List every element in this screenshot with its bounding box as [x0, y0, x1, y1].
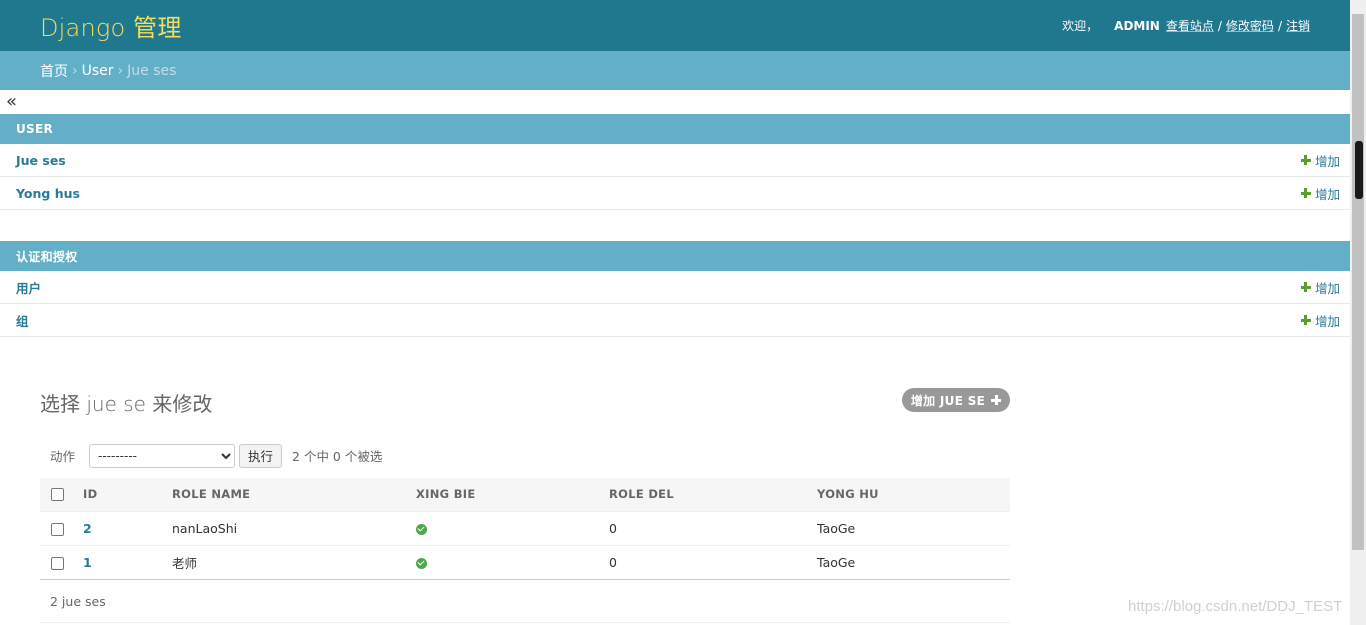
scrollbar-thumb[interactable]	[1352, 14, 1364, 550]
breadcrumb-separator: ›	[117, 62, 124, 79]
add-label: 增加	[1314, 313, 1340, 329]
welcome-text: 欢迎，	[1062, 19, 1099, 33]
plus-icon	[1300, 315, 1311, 325]
model-row: Yong hus 增加	[0, 177, 1350, 210]
select-all-cell	[40, 478, 83, 512]
model-link-jue-ses[interactable]: Jue ses	[16, 153, 66, 168]
breadcrumb-current: Jue ses	[127, 62, 177, 79]
column-header-role-name[interactable]: ROLE NAME	[172, 478, 416, 512]
table-header-row: ID ROLE NAME XING BIE ROLE DEL YONG HU	[40, 478, 1010, 512]
row-select-cell	[40, 511, 83, 546]
select-all-checkbox[interactable]	[51, 488, 64, 502]
row-checkbox[interactable]	[51, 522, 64, 536]
role-name-cell: 老师	[172, 545, 416, 580]
add-link[interactable]: 增加	[1300, 278, 1340, 297]
breadcrumb: 首页 › User › Jue ses	[0, 51, 1350, 90]
column-header-yong-hu[interactable]: YONG HU	[817, 478, 1010, 512]
action-select[interactable]: ---------	[89, 443, 236, 468]
column-header-id[interactable]: ID	[83, 478, 172, 512]
row-id-link[interactable]: 2	[83, 521, 92, 536]
plus-icon	[991, 395, 1002, 405]
selection-count: 2 个中 0 个被选	[292, 449, 383, 464]
plus-icon	[1300, 282, 1311, 292]
breadcrumb-app[interactable]: User	[82, 63, 114, 79]
nav-sidebar-toggle[interactable]: «	[6, 92, 17, 112]
model-link-yong-hus[interactable]: Yong hus	[16, 186, 80, 201]
row-select-cell	[40, 545, 83, 580]
yong-hu-cell: TaoGe	[817, 545, 1010, 580]
role-del-cell: 0	[609, 511, 817, 546]
header: Django 管理 欢迎， ADMIN 查看站点 / 修改密码 / 注销	[0, 0, 1350, 51]
table-row: 1 老师 0 TaoGe	[40, 545, 1010, 580]
username: ADMIN	[1114, 18, 1160, 33]
role-name-cell: nanLaoShi	[172, 511, 416, 546]
row-checkbox[interactable]	[51, 556, 64, 570]
plus-icon	[1300, 155, 1311, 165]
user-tools: 欢迎， ADMIN 查看站点 / 修改密码 / 注销	[1062, 17, 1310, 34]
yong-hu-cell: TaoGe	[817, 511, 1010, 546]
actions-bar: 动作 --------- 执行 2 个中 0 个被选	[40, 443, 382, 468]
id-cell: 1	[83, 545, 172, 580]
scrollbar-marker	[1355, 141, 1363, 199]
column-header-role-del[interactable]: ROLE DEL	[609, 478, 817, 512]
module-caption[interactable]: 认证和授权	[0, 241, 1350, 271]
app-module-auth: 认证和授权 用户 增加 组 增加	[0, 241, 1350, 337]
yes-icon	[416, 557, 427, 569]
page-title: 选择 jue se 来修改	[40, 392, 213, 416]
model-row: 用户 增加	[0, 271, 1350, 304]
add-jue-se-button[interactable]: 增加 JUE SE	[902, 388, 1010, 412]
add-link[interactable]: 增加	[1300, 311, 1340, 330]
table-row: 2 nanLaoShi 0 TaoGe	[40, 511, 1010, 546]
model-row: 组 增加	[0, 304, 1350, 337]
role-del-cell: 0	[609, 545, 817, 580]
app-module-user: USER Jue ses 增加 Yong hus 增加	[0, 114, 1350, 210]
add-link[interactable]: 增加	[1300, 151, 1340, 170]
model-row: Jue ses 增加	[0, 144, 1350, 177]
module-caption[interactable]: USER	[0, 114, 1350, 144]
add-label: 增加	[1314, 153, 1340, 169]
model-link-users[interactable]: 用户	[16, 278, 41, 297]
breadcrumb-home[interactable]: 首页	[40, 61, 68, 81]
separator: /	[1217, 18, 1222, 33]
breadcrumb-separator: ›	[72, 62, 78, 79]
plus-icon	[1300, 188, 1311, 198]
separator: /	[1277, 18, 1282, 33]
paginator: 2 jue ses	[40, 581, 1010, 623]
xing-bie-cell	[416, 511, 609, 546]
add-link[interactable]: 增加	[1300, 184, 1340, 203]
xing-bie-cell	[416, 545, 609, 580]
page-scrollbar[interactable]	[1350, 0, 1366, 625]
yes-icon	[416, 523, 427, 535]
add-label: 增加	[1314, 280, 1340, 296]
logout-link[interactable]: 注销	[1286, 17, 1310, 34]
add-label: 增加	[1314, 186, 1340, 202]
row-id-link[interactable]: 1	[83, 555, 92, 570]
id-cell: 2	[83, 511, 172, 546]
action-label: 动作	[50, 449, 76, 464]
model-link-groups[interactable]: 组	[16, 311, 29, 330]
result-table: ID ROLE NAME XING BIE ROLE DEL YONG HU 2…	[40, 478, 1010, 580]
change-password-link[interactable]: 修改密码	[1226, 17, 1274, 34]
site-brand[interactable]: Django 管理	[40, 8, 182, 43]
view-site-link[interactable]: 查看站点	[1166, 17, 1214, 34]
add-button-label: 增加 JUE SE	[910, 393, 986, 408]
column-header-xing-bie[interactable]: XING BIE	[416, 478, 609, 512]
watermark: https://blog.csdn.net/DDJ_TEST	[1128, 598, 1343, 615]
go-button[interactable]: 执行	[239, 443, 283, 468]
